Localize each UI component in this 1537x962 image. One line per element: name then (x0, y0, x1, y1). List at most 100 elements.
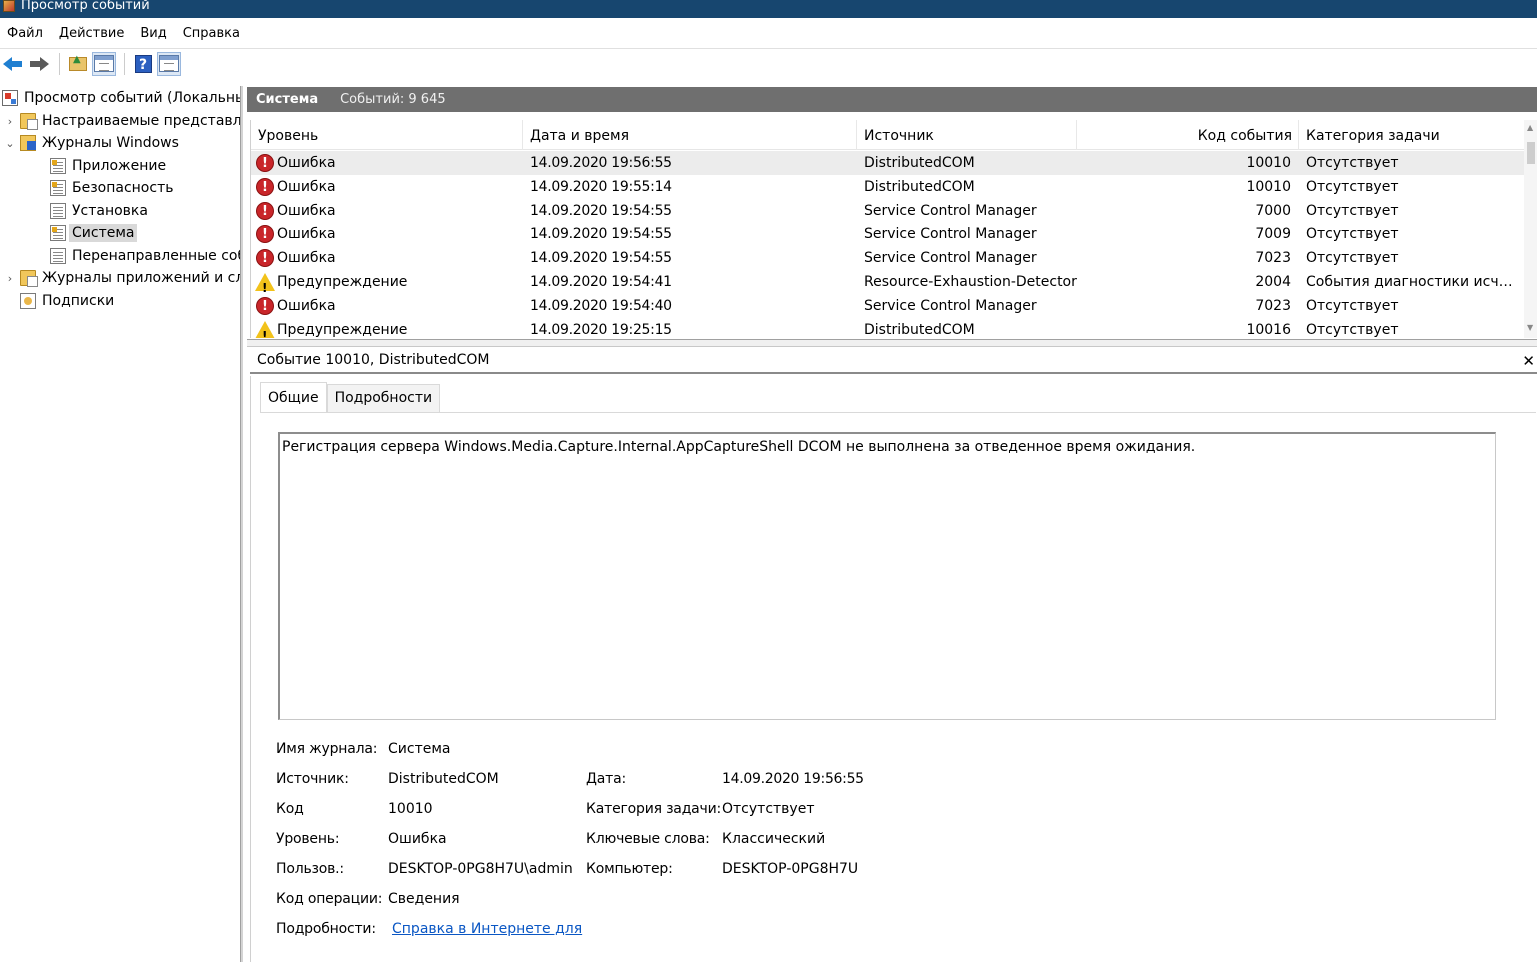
column-header-date[interactable]: Дата и время (523, 120, 857, 150)
chevron-right-icon[interactable]: › (4, 115, 16, 128)
tab-details[interactable]: Подробности (326, 384, 441, 412)
chevron-down-icon[interactable]: ⌄ (4, 137, 16, 150)
cell-task-category: События диагностики исчерп... (1306, 274, 1521, 290)
column-header-source[interactable]: Источник (857, 120, 1077, 150)
tree-item-setup[interactable]: Установка (50, 200, 148, 222)
column-headers: Уровень Дата и время Источник Код событи… (251, 120, 1537, 150)
event-detail-title: Событие 10010, DistributedCOM (257, 351, 490, 368)
tree-splitter[interactable] (240, 86, 243, 962)
tree-item-subscriptions[interactable]: Подписки (20, 290, 114, 312)
scroll-up-icon[interactable]: ▲ (1527, 123, 1533, 132)
cell-task-category: Отсутствует (1306, 202, 1399, 219)
show-hide-console-tree-button[interactable] (92, 51, 116, 76)
cell-date: 14.09.2020 19:54:55 (530, 226, 672, 243)
column-header-task-category[interactable]: Категория задачи (1299, 120, 1525, 150)
table-row[interactable]: ! Ошибка 14.09.2020 19:54:55 Service Contro… (251, 199, 1525, 223)
cell-level: ! Ошибка (255, 294, 525, 318)
table-row[interactable]: Предупреждение 14.09.2020 19:54:41 Resourc… (251, 270, 1525, 294)
detail-tabs: Общие Подробности (260, 382, 441, 412)
scroll-thumb[interactable] (1527, 142, 1535, 164)
cell-level: ! Ошибка (255, 151, 525, 175)
back-button[interactable] (1, 52, 25, 76)
cell-task-category: Отсутствует (1306, 297, 1399, 314)
show-hide-console-tree-icon (94, 55, 114, 72)
cell-level-text: Предупреждение (277, 321, 408, 338)
level-icon-wrap: ! (255, 153, 275, 173)
help-button[interactable]: ? (131, 52, 155, 76)
cell-level: Предупреждение (255, 270, 525, 294)
value-source: DistributedCOM (388, 771, 499, 787)
menu-view[interactable]: Вид (133, 26, 175, 41)
show-hide-action-pane-icon (159, 55, 179, 72)
cell-date: 14.09.2020 19:56:55 (530, 155, 672, 171)
cell-level-text: Ошибка (277, 178, 336, 195)
folder-icon (20, 270, 38, 287)
tab-general[interactable]: Общие (260, 382, 327, 412)
table-row[interactable]: ! Ошибка 14.09.2020 19:55:14 DistributedCOM… (251, 175, 1525, 199)
show-hide-action-pane-button[interactable] (157, 51, 181, 76)
menu-help[interactable]: Справка (176, 26, 249, 41)
log-icon (50, 248, 66, 264)
folder-icon (20, 113, 38, 130)
column-header-level[interactable]: Уровень (251, 120, 523, 150)
value-user: DESKTOP-0PG8H7U\admin (388, 861, 573, 877)
tree-item-app-service-logs[interactable]: › Журналы приложений и слу (4, 267, 240, 289)
pane-splitter[interactable] (247, 339, 1537, 347)
toolbar: ? (0, 48, 1537, 78)
cell-date: 14.09.2020 19:54:55 (530, 250, 672, 267)
tree-item-label: Журналы приложений и слу (42, 270, 240, 286)
tree-item-label: Система (69, 224, 138, 242)
close-icon[interactable]: ✕ (1522, 352, 1535, 370)
table-row[interactable]: ! Ошибка 14.09.2020 19:54:55 Service Contro… (251, 222, 1525, 246)
menu-bar: Файл Действие Вид Справка (0, 22, 1537, 44)
scroll-down-icon[interactable]: ▼ (1527, 323, 1533, 332)
table-row[interactable]: ! Ошибка 14.09.2020 19:56:55 DistributedCOM… (251, 151, 1525, 175)
column-header-event-id[interactable]: Код события (1077, 120, 1299, 150)
chevron-right-icon[interactable]: › (4, 272, 16, 285)
error-icon: ! (256, 154, 274, 172)
cell-event-id: 7023 (1255, 297, 1291, 314)
tree-item-forwarded-events[interactable]: Перенаправленные собы (50, 245, 240, 267)
event-message-box[interactable]: Регистрация сервера Windows.Media.Captur… (278, 432, 1496, 720)
cell-source: Service Control Manager (864, 202, 1037, 219)
tree-item-root[interactable]: Просмотр событий (Локальный (2, 87, 240, 109)
tree-item-application[interactable]: Приложение (50, 155, 166, 177)
tree-item-custom-views[interactable]: › Настраиваемые представлен (4, 110, 240, 132)
level-icon-wrap (255, 320, 275, 338)
menu-file[interactable]: Файл (0, 26, 52, 41)
cell-level: Предупреждение (255, 318, 525, 338)
tree-item-label: Приложение (72, 158, 167, 174)
table-row[interactable]: ! Ошибка 14.09.2020 19:54:55 Service Contro… (251, 246, 1525, 270)
table-row[interactable]: ! Ошибка 14.09.2020 19:54:40 Service Contro… (251, 294, 1525, 318)
table-scrollbar[interactable]: ▲ ▼ (1524, 120, 1537, 338)
cell-date: 14.09.2020 19:54:55 (530, 202, 672, 219)
console-tree: Просмотр событий (Локальный › Настраивае… (0, 86, 240, 962)
cell-source: Service Control Manager (864, 226, 1037, 243)
up-one-level-button[interactable] (66, 52, 90, 76)
help-icon: ? (134, 54, 152, 73)
log-icon (50, 225, 66, 241)
table-row[interactable]: Предупреждение 14.09.2020 19:25:15 Distrib… (251, 318, 1525, 338)
forward-button[interactable] (27, 52, 51, 76)
folder-up-icon (69, 54, 87, 71)
online-help-link[interactable]: Справка в Интернете для (392, 921, 582, 937)
value-keywords: Классический (722, 831, 826, 847)
level-icon-wrap: ! (255, 177, 275, 197)
menu-action[interactable]: Действие (52, 26, 133, 41)
tree-item-system[interactable]: Система (50, 222, 138, 244)
event-detail-header: Событие 10010, DistributedCOM ✕ (250, 347, 1537, 374)
toolbar-separator (124, 52, 125, 75)
cell-event-id: 7023 (1255, 250, 1291, 267)
value-log-name: Система (388, 741, 451, 757)
error-icon: ! (256, 201, 274, 220)
error-icon: ! (256, 249, 274, 268)
event-viewer-app-icon (3, 0, 15, 12)
toolbar-separator (59, 52, 60, 75)
tree-item-windows-logs[interactable]: ⌄ Журналы Windows (4, 132, 179, 154)
label-more-info: Подробности: (276, 921, 376, 937)
label-date: Дата: (586, 771, 626, 787)
cell-source: Service Control Manager (864, 297, 1037, 314)
label-computer: Компьютер: (586, 861, 673, 877)
value-date: 14.09.2020 19:56:55 (722, 771, 864, 787)
tree-item-security[interactable]: Безопасность (50, 177, 173, 199)
